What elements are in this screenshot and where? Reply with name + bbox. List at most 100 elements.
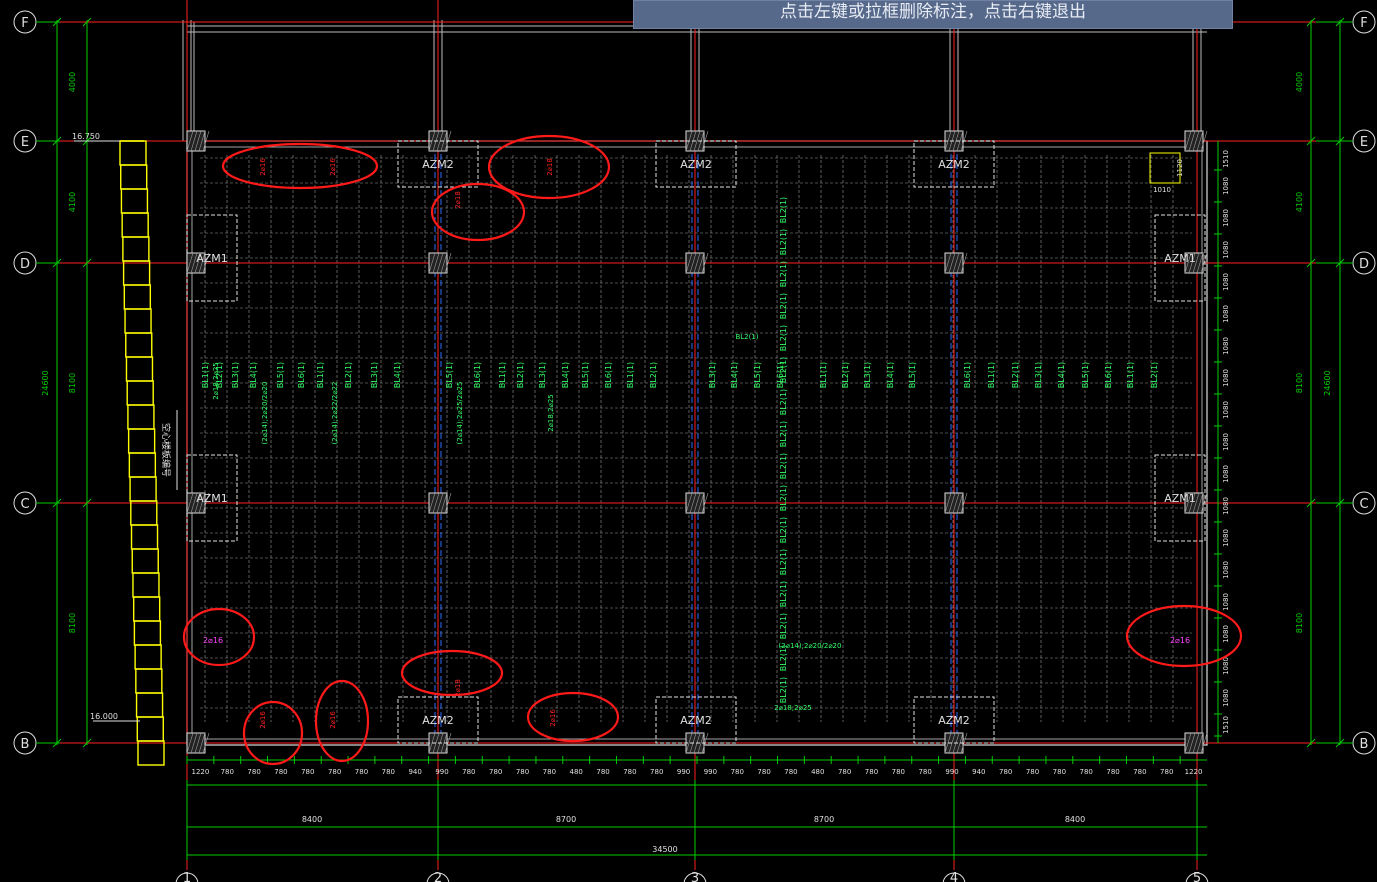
dim-text: 990 bbox=[677, 768, 690, 776]
dim-text: 1080 bbox=[1222, 657, 1230, 675]
dim-text: 780 bbox=[1026, 768, 1039, 776]
dim-text: 780 bbox=[543, 768, 556, 776]
axis-label: 4 bbox=[950, 871, 958, 882]
beam-label: BL3(1) bbox=[708, 362, 717, 388]
rebar-label: 2⌀18;2⌀25 bbox=[212, 362, 220, 400]
dim-text: 990 bbox=[435, 768, 448, 776]
selection-mark-ellipse bbox=[526, 691, 620, 743]
dim-text: 990 bbox=[945, 768, 958, 776]
beam-label: BL6(1) bbox=[963, 362, 972, 388]
beam-label: BL2(1) bbox=[1150, 362, 1159, 388]
hollow-slab-unit bbox=[132, 572, 160, 598]
hollow-slab-unit bbox=[129, 476, 157, 502]
dim-text: 1080 bbox=[1222, 593, 1230, 611]
dim-text: 780 bbox=[301, 768, 314, 776]
azm2-wall-label: AZM2 bbox=[422, 158, 454, 171]
magenta-annotation: 2⌀16 bbox=[203, 636, 223, 645]
hollow-slab-unit bbox=[131, 548, 159, 574]
beam-label: BL3(1) bbox=[370, 362, 379, 388]
selection-mark-ellipse bbox=[430, 182, 526, 242]
hollow-slab-unit bbox=[119, 140, 147, 166]
azm1-wall-label: AZM1 bbox=[196, 252, 228, 265]
dim-text: 1080 bbox=[1222, 433, 1230, 451]
dim-text: 24600 bbox=[1323, 370, 1332, 395]
slab-outline-inner bbox=[191, 146, 1203, 740]
beam-label: BL2(1) bbox=[779, 677, 788, 703]
hollow-slab-unit bbox=[123, 284, 152, 310]
beam-label: BL2(1) bbox=[779, 389, 788, 415]
dim-text: 1080 bbox=[1222, 689, 1230, 707]
beam-label: BL1(1) bbox=[201, 362, 210, 388]
axis-label: B bbox=[1360, 737, 1369, 752]
rebar-label: 2⌀18;2⌀25 bbox=[774, 704, 812, 712]
dim-text: 780 bbox=[731, 768, 744, 776]
marked-annotation: 2⌀16 bbox=[549, 709, 557, 727]
dim-text: 780 bbox=[247, 768, 260, 776]
dim-text: 1510 bbox=[1222, 150, 1230, 168]
rebar-label: (2⌀14);2⌀25/2⌀25 bbox=[456, 382, 464, 445]
beam-label: BL6(1) bbox=[1104, 362, 1113, 388]
hollow-slab-unit bbox=[122, 260, 151, 286]
rebar-label: BL2(1) bbox=[735, 333, 758, 341]
cad-drawing-canvas[interactable]: F F E E D D C C B B 1 2 3 4 5 4000 4000 4100 4100 8100 8100 8… bbox=[0, 0, 1377, 882]
beam-label: BL6(1) bbox=[297, 362, 306, 388]
beam-label: BL2(1) bbox=[516, 362, 525, 388]
beam-label: BL4(1) bbox=[249, 362, 258, 388]
command-prompt-text: 点击左键或拉框删除标注，点击右键退出 bbox=[780, 2, 1086, 22]
beam-label: BL4(1) bbox=[1057, 362, 1066, 388]
axis-label: C bbox=[20, 497, 29, 512]
dim-text: 780 bbox=[328, 768, 341, 776]
dim-text: 8100 bbox=[1295, 373, 1304, 393]
hollow-slab-unit bbox=[130, 500, 158, 526]
rebar-label: (2⌀14);2⌀20/2⌀20 bbox=[779, 642, 842, 650]
slab-outline bbox=[186, 140, 1208, 746]
hollow-slab-unit bbox=[124, 308, 152, 334]
axis-label: 5 bbox=[1193, 871, 1201, 882]
dim-text: 780 bbox=[918, 768, 931, 776]
hollow-slab-unit bbox=[133, 620, 162, 646]
dim-text: 8100 bbox=[68, 613, 77, 633]
marked-annotation: 2⌀18 bbox=[546, 158, 554, 176]
beam-label: BL2(1) bbox=[779, 357, 788, 383]
dim-text: 480 bbox=[811, 768, 824, 776]
hollow-slab-unit bbox=[136, 716, 164, 742]
hollow-slab-unit bbox=[135, 668, 163, 694]
hollow-slab-unit bbox=[120, 188, 149, 214]
azm2-wall-label: AZM2 bbox=[680, 158, 712, 171]
beam-label: BL2(1) bbox=[779, 485, 788, 511]
beam-label: BL5(1) bbox=[581, 362, 590, 388]
dim-text: 780 bbox=[355, 768, 368, 776]
elevation-text: 16.000 bbox=[90, 712, 118, 721]
dim-text: 780 bbox=[650, 768, 663, 776]
hollow-slab-unit bbox=[125, 356, 154, 382]
axis-label: D bbox=[1359, 257, 1369, 272]
dim-text: 780 bbox=[516, 768, 529, 776]
side-note: 空心楼板编号 bbox=[160, 423, 172, 477]
dim-text: 1080 bbox=[1222, 273, 1230, 291]
dim-text: 780 bbox=[489, 768, 502, 776]
axis-label: 2 bbox=[434, 871, 442, 882]
beam-label: BL2(1) bbox=[779, 613, 788, 639]
azm1-wall-label: AZM1 bbox=[1164, 252, 1196, 265]
beam-label: BL2(1) bbox=[779, 325, 788, 351]
rebar-label: (2⌀14);2⌀22/2⌀22 bbox=[331, 382, 339, 445]
axis-label: 3 bbox=[691, 871, 699, 882]
hollow-slab-unit bbox=[128, 452, 157, 478]
dim-text: 780 bbox=[1080, 768, 1093, 776]
beam-label: BL1(1) bbox=[626, 362, 635, 388]
dim-text: 8700 bbox=[814, 815, 834, 824]
beam-label: BL2(1) bbox=[779, 549, 788, 575]
hollow-slab-unit bbox=[137, 740, 165, 766]
beam-label: BL3(1) bbox=[538, 362, 547, 388]
beam-label: BL2(1) bbox=[779, 261, 788, 287]
dim-text: 4000 bbox=[1295, 72, 1304, 92]
selection-mark-ellipse bbox=[221, 142, 379, 190]
dim-text: 1220 bbox=[192, 768, 210, 776]
beam-label: BL2(1) bbox=[649, 362, 658, 388]
dim-text: 1080 bbox=[1222, 401, 1230, 419]
dim-text: 4100 bbox=[1295, 192, 1304, 212]
dim-text: 1220 bbox=[1185, 768, 1203, 776]
beam-label: BL1(1) bbox=[1126, 362, 1135, 388]
beam-label: BL5(1) bbox=[1081, 362, 1090, 388]
beam-label: BL6(1) bbox=[473, 362, 482, 388]
